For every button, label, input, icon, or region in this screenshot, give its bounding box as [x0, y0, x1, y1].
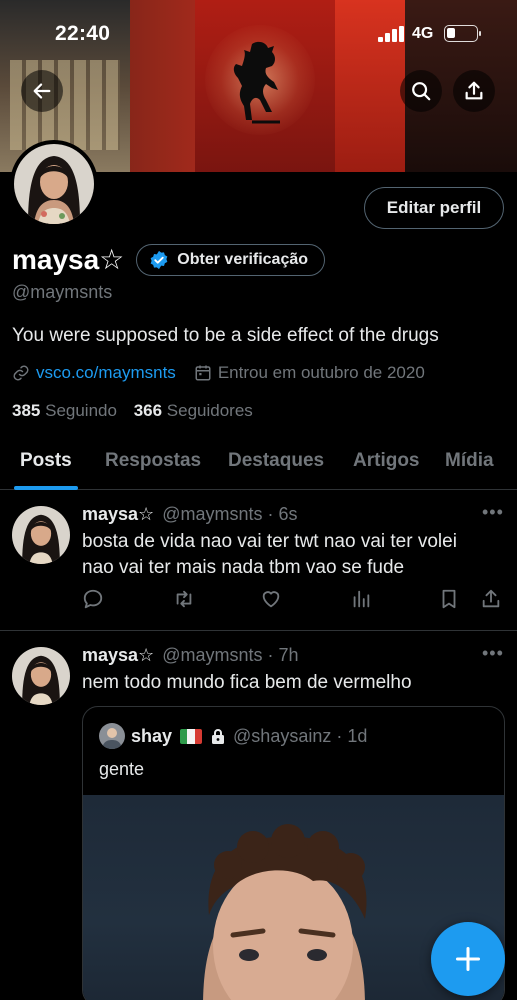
- reply-icon[interactable]: [82, 588, 104, 610]
- status-time: 22:40: [55, 22, 111, 45]
- calendar-icon: [195, 365, 211, 381]
- avatar-photo: [14, 144, 94, 224]
- followers-label: Seguidores: [166, 401, 253, 420]
- tab-posts[interactable]: Posts: [20, 450, 72, 472]
- share-icon[interactable]: [480, 588, 502, 610]
- tweet-handle-time: @maymsnts · 7h: [162, 645, 299, 665]
- tweet-author-name[interactable]: maysa☆: [82, 504, 154, 525]
- search-button[interactable]: [400, 70, 442, 112]
- profile-bio: You were supposed to be a side effect of…: [12, 325, 439, 346]
- profile-handle: @maymsnts: [12, 282, 113, 302]
- quoted-tweet-header: shay @shaysainz · 1d: [99, 723, 367, 749]
- lock-icon: [212, 729, 225, 744]
- quoted-handle-time: @shaysainz · 1d: [233, 725, 368, 746]
- avatar-photo: [12, 647, 70, 705]
- following-link[interactable]: 385 Seguindo: [12, 401, 117, 420]
- italy-flag-icon: [180, 728, 203, 744]
- profile-tabs: Posts Respostas Destaques Artigos Mídia: [0, 438, 517, 490]
- status-bar: 22:40 4G: [0, 0, 517, 70]
- like-icon[interactable]: [260, 588, 282, 610]
- followers-count: 366: [133, 401, 163, 420]
- tab-media[interactable]: Mídia: [445, 450, 494, 472]
- retweet-icon[interactable]: [172, 588, 196, 610]
- profile-link[interactable]: vsco.co/maymsnts: [36, 363, 176, 383]
- tweet-text: bosta de vida nao vai ter twt nao vai te…: [82, 529, 502, 581]
- quoted-author-name: shay: [131, 725, 173, 746]
- avatar-photo: [12, 506, 70, 564]
- profile-avatar[interactable]: [10, 140, 98, 228]
- display-name: maysa☆: [12, 244, 125, 275]
- search-icon: [412, 82, 431, 101]
- quoted-text: gente: [99, 759, 145, 779]
- share-icon: [465, 81, 483, 100]
- followers-link[interactable]: 366 Seguidores: [134, 401, 253, 420]
- battery-icon: [444, 25, 481, 42]
- get-verified-button[interactable]: Obter verificação: [136, 243, 326, 276]
- tweet-author-name[interactable]: maysa☆: [82, 645, 154, 666]
- edit-profile-button[interactable]: Editar perfil: [364, 187, 504, 229]
- tweet-avatar[interactable]: [12, 647, 70, 705]
- active-tab-indicator: [14, 486, 78, 490]
- profile-meta: vsco.co/maymsnts Entrou em outubro de 20…: [12, 363, 425, 383]
- tab-articles[interactable]: Artigos: [353, 450, 420, 472]
- tweet-divider: [0, 630, 517, 631]
- back-arrow-icon: [33, 83, 51, 99]
- follow-stats: 385 Seguindo 366 Seguidores: [12, 401, 253, 421]
- more-icon[interactable]: •••: [482, 502, 504, 523]
- tweet-header: maysa☆ @maymsnts · 6s: [82, 504, 297, 525]
- name-row: maysa☆ Obter verificação: [12, 243, 326, 276]
- get-verified-label: Obter verificação: [177, 250, 309, 268]
- tweet-actions: [82, 588, 502, 614]
- tweet-text: nem todo mundo fica bem de vermelho: [82, 672, 412, 693]
- bookmark-icon[interactable]: [438, 588, 460, 610]
- tweet-header: maysa☆ @maymsnts · 7h: [82, 645, 299, 666]
- tweet-handle-time: @maymsnts · 6s: [162, 504, 298, 524]
- network-label: 4G: [412, 25, 434, 42]
- tweet-text-line: bosta de vida nao vai ter twt nao vai te…: [82, 531, 457, 552]
- tab-highlights[interactable]: Destaques: [228, 450, 324, 472]
- views-icon[interactable]: [350, 588, 372, 610]
- following-label: Seguindo: [45, 401, 117, 420]
- back-button[interactable]: [21, 70, 63, 112]
- plus-icon: [455, 946, 481, 972]
- joined-date: Entrou em outubro de 2020: [217, 363, 425, 382]
- link-icon: [13, 365, 29, 381]
- quoted-avatar: [99, 723, 125, 749]
- compose-button[interactable]: [431, 922, 505, 996]
- tab-replies[interactable]: Respostas: [105, 450, 201, 472]
- signal-icon: [378, 26, 404, 42]
- verified-badge-icon: [150, 250, 168, 269]
- more-icon[interactable]: •••: [482, 643, 504, 664]
- tweet-text-line: nao vai ter mais nada tbm vao se fude: [82, 557, 405, 578]
- tweet-avatar[interactable]: [12, 506, 70, 564]
- following-count: 385: [12, 401, 41, 420]
- share-profile-button[interactable]: [453, 70, 495, 112]
